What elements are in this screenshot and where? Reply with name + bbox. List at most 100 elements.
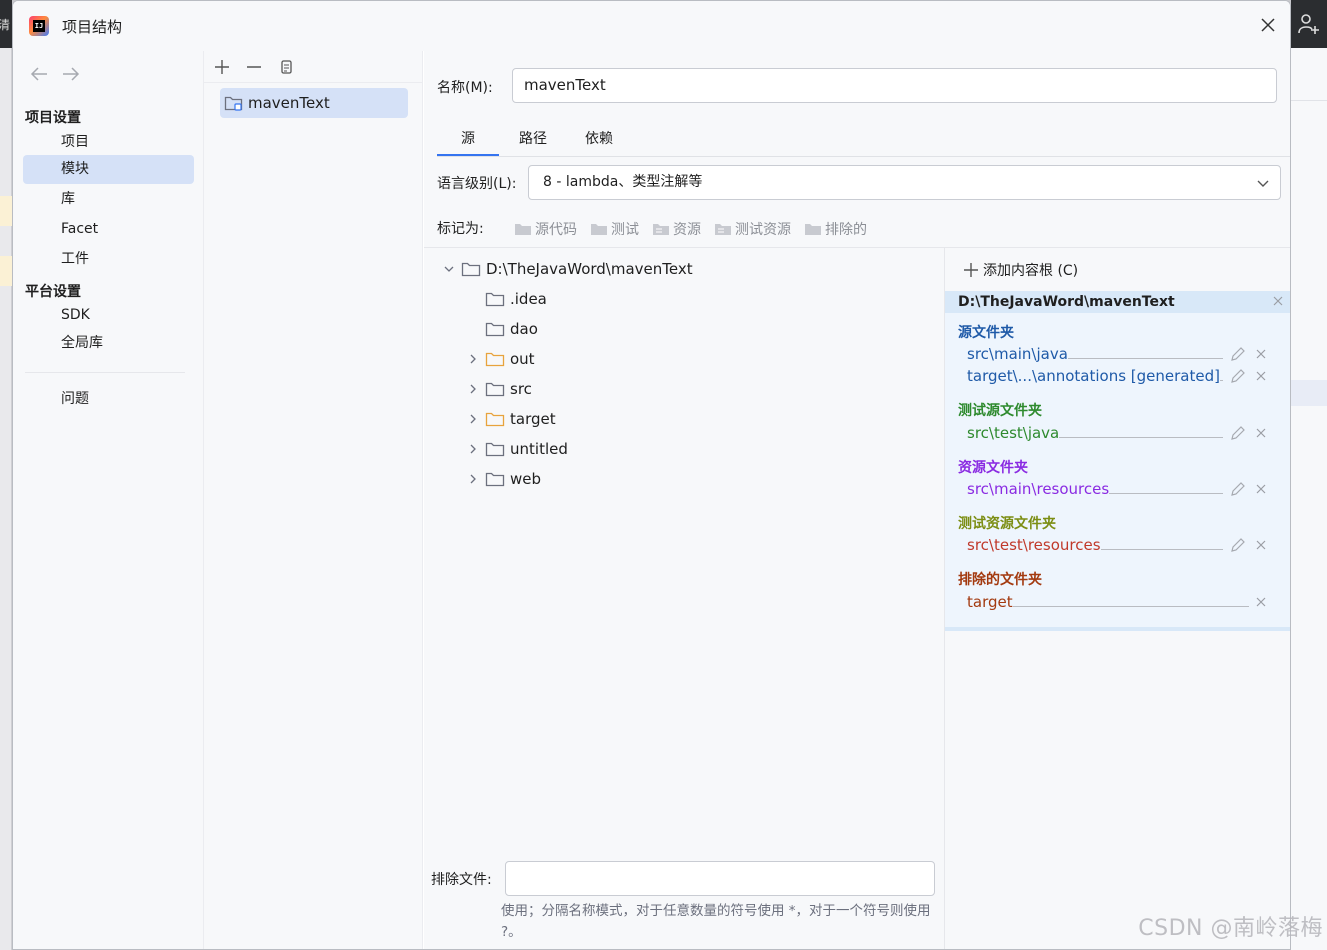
back-button[interactable] bbox=[29, 65, 49, 83]
resources-folder-icon bbox=[653, 224, 669, 235]
folder-path: src\test\java bbox=[967, 424, 1060, 442]
nav-item-global-libraries[interactable]: 全局库 bbox=[23, 329, 194, 358]
edit-icon[interactable] bbox=[1229, 480, 1247, 498]
folder-icon bbox=[485, 472, 505, 487]
excluded-folder-icon bbox=[805, 224, 821, 235]
add-content-root-button[interactable]: 添加内容根 (C) bbox=[963, 260, 1078, 280]
intellij-logo-icon: IJ bbox=[29, 16, 49, 36]
mark-tests-button[interactable]: 测试 bbox=[590, 219, 639, 239]
add-user-icon[interactable] bbox=[1297, 12, 1321, 40]
tree-row-root[interactable]: D:\TheJavaWord\mavenText bbox=[442, 254, 693, 284]
nav-divider bbox=[25, 372, 185, 373]
arrow-right-icon bbox=[63, 67, 80, 81]
folder-tree: D:\TheJavaWord\mavenText .idea dao out s bbox=[424, 248, 944, 848]
mark-sources-button[interactable]: 源代码 bbox=[514, 219, 577, 239]
mark-tests-label: 测试 bbox=[611, 222, 639, 238]
add-module-button[interactable] bbox=[212, 57, 232, 77]
nav-item-facets[interactable]: Facet bbox=[23, 215, 194, 244]
group-title-sources: 源文件夹 bbox=[958, 325, 1014, 341]
remove-module-button[interactable] bbox=[244, 57, 264, 77]
mark-sources-label: 源代码 bbox=[535, 222, 577, 238]
remove-icon[interactable] bbox=[1255, 539, 1267, 551]
leader-line bbox=[1012, 605, 1249, 607]
content-root-header: D:\TheJavaWord\mavenText bbox=[945, 291, 1290, 313]
leader-line bbox=[1067, 357, 1223, 359]
edit-icon[interactable] bbox=[1229, 367, 1247, 385]
tree-row[interactable]: out bbox=[466, 344, 535, 374]
background-app-toolbar bbox=[1291, 0, 1327, 48]
nav-item-libraries[interactable]: 库 bbox=[23, 185, 194, 214]
tree-row-label: .idea bbox=[510, 290, 547, 308]
tree-row[interactable]: dao bbox=[466, 314, 538, 344]
tree-row[interactable]: .idea bbox=[466, 284, 547, 314]
tab-sources[interactable]: 源 bbox=[437, 127, 499, 157]
remove-icon[interactable] bbox=[1255, 596, 1267, 608]
tab-dependencies[interactable]: 依赖 bbox=[567, 127, 633, 157]
nav-item-project[interactable]: 项目 bbox=[23, 128, 194, 157]
leader-line bbox=[1059, 436, 1223, 438]
language-level-select[interactable]: 8 - lambda、类型注解等 bbox=[528, 165, 1281, 200]
remove-icon[interactable] bbox=[1255, 483, 1267, 495]
resource-folder-item: src\main\resources bbox=[967, 478, 1267, 500]
watermark: CSDN @南岭落梅 bbox=[1138, 916, 1323, 941]
tree-row-label: D:\TheJavaWord\mavenText bbox=[486, 260, 693, 278]
nav-item-problems[interactable]: 问题 bbox=[23, 385, 194, 414]
background-strip bbox=[0, 256, 12, 286]
background-divider bbox=[1291, 100, 1327, 101]
remove-root-icon[interactable] bbox=[1273, 291, 1283, 313]
folder-path: target bbox=[967, 593, 1013, 611]
source-folder-item: target\...\annotations [generated] bbox=[967, 365, 1267, 387]
excluded-folder-icon bbox=[485, 412, 505, 427]
language-level-value: 8 - lambda、类型注解等 bbox=[543, 174, 703, 190]
close-button[interactable] bbox=[1254, 11, 1282, 39]
exclude-files-input[interactable] bbox=[505, 861, 935, 896]
module-name-input[interactable]: mavenText bbox=[512, 68, 1277, 103]
add-content-root-label: 添加内容根 (C) bbox=[983, 263, 1079, 279]
folder-path: src\main\resources bbox=[967, 480, 1110, 498]
remove-icon[interactable] bbox=[1255, 348, 1267, 360]
module-tabs: 源 路径 依赖 bbox=[437, 127, 633, 157]
nav-item-sdk[interactable]: SDK bbox=[23, 301, 194, 330]
chevron-right-icon[interactable] bbox=[466, 382, 480, 396]
chevron-right-icon[interactable] bbox=[466, 472, 480, 486]
group-title-resources: 资源文件夹 bbox=[958, 460, 1028, 476]
mark-resources-button[interactable]: 资源 bbox=[652, 219, 701, 239]
exclude-files-hint: 使用；分隔名称模式，对于任意数量的符号使用 *，对于一个符号则使用 ?。 bbox=[501, 903, 931, 940]
mark-as-label: 标记为: bbox=[437, 221, 484, 237]
mark-test-resources-button[interactable]: 测试资源 bbox=[714, 219, 791, 239]
chevron-down-icon[interactable] bbox=[442, 262, 456, 276]
tree-row-label: target bbox=[510, 410, 556, 428]
forward-button[interactable] bbox=[61, 65, 81, 83]
section-platform-settings: 平台设置 bbox=[25, 284, 81, 300]
folder-path: src\main\java bbox=[967, 345, 1068, 363]
tree-row[interactable]: untitled bbox=[466, 434, 568, 464]
remove-icon[interactable] bbox=[1255, 427, 1267, 439]
content-roots-panel: 添加内容根 (C) D:\TheJavaWord\mavenText 源文件夹 … bbox=[944, 248, 1290, 949]
tree-row[interactable]: web bbox=[466, 464, 541, 494]
module-item[interactable]: mavenText bbox=[220, 88, 408, 118]
project-structure-dialog: IJ 项目结构 项目设置 项目 模块 库 Facet 工件 平台设置 SDK 全… bbox=[12, 0, 1291, 950]
chevron-right-icon[interactable] bbox=[466, 412, 480, 426]
nav-item-artifacts[interactable]: 工件 bbox=[23, 245, 194, 274]
edit-icon[interactable] bbox=[1229, 424, 1247, 442]
nav-item-modules[interactable]: 模块 bbox=[23, 155, 194, 184]
chevron-right-icon[interactable] bbox=[466, 442, 480, 456]
tab-paths[interactable]: 路径 bbox=[499, 127, 567, 157]
edit-icon[interactable] bbox=[1229, 345, 1247, 363]
remove-icon[interactable] bbox=[1255, 370, 1267, 382]
section-project-settings: 项目设置 bbox=[25, 110, 81, 126]
folder-icon bbox=[485, 292, 505, 307]
title-bar: IJ 项目结构 bbox=[13, 1, 1290, 51]
background-selection bbox=[1291, 380, 1327, 406]
edit-icon[interactable] bbox=[1229, 536, 1247, 554]
mark-excluded-button[interactable]: 排除的 bbox=[804, 219, 867, 239]
leader-line bbox=[1219, 379, 1223, 381]
test-source-folder-item: src\test\java bbox=[967, 422, 1267, 444]
copy-module-button[interactable] bbox=[276, 57, 296, 77]
tree-row-label: dao bbox=[510, 320, 538, 338]
chevron-right-icon[interactable] bbox=[466, 352, 480, 366]
tree-row[interactable]: target bbox=[466, 404, 556, 434]
close-icon bbox=[1261, 18, 1275, 32]
tree-row[interactable]: src bbox=[466, 374, 532, 404]
